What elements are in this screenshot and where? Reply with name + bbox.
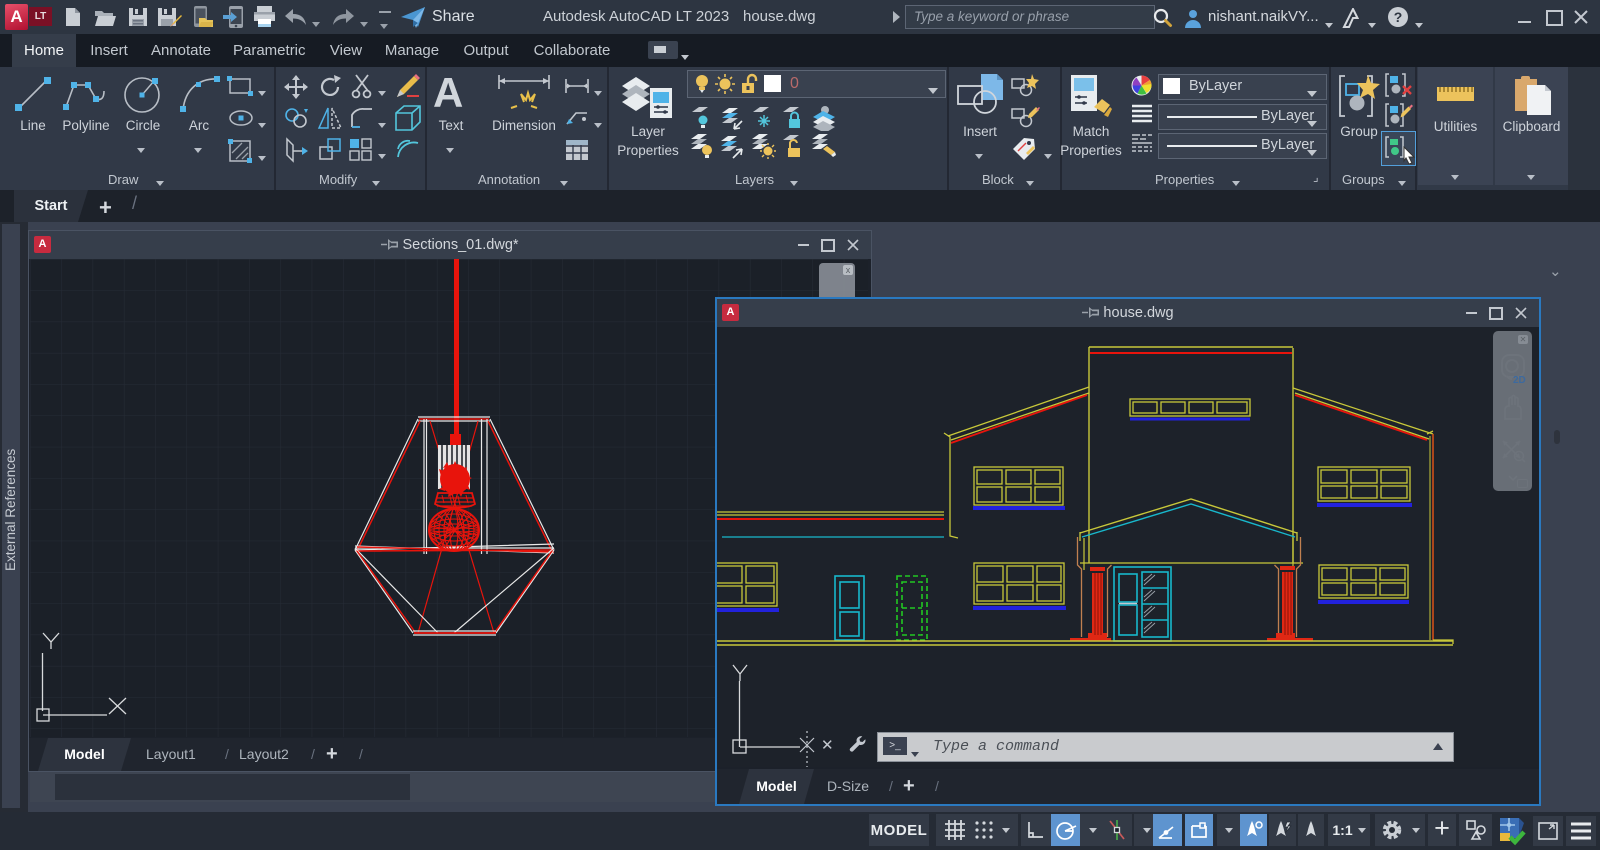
svg-text:2D: 2D bbox=[1513, 375, 1526, 386]
